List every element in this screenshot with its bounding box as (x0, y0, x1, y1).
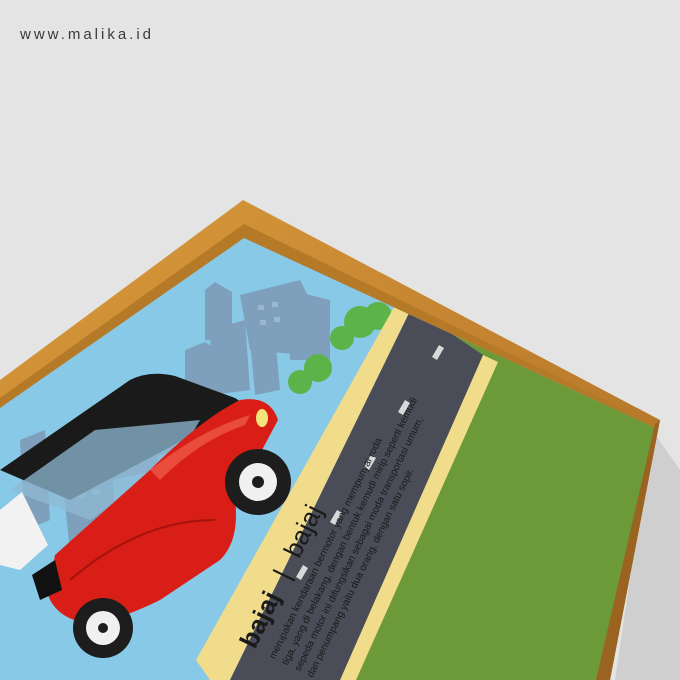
framed-poster-scene: bajaj | bajaj merupakan kendaraan bermot… (0, 200, 680, 680)
bajaj-front-wheel (225, 449, 291, 515)
bajaj-rear-wheel (73, 598, 133, 658)
